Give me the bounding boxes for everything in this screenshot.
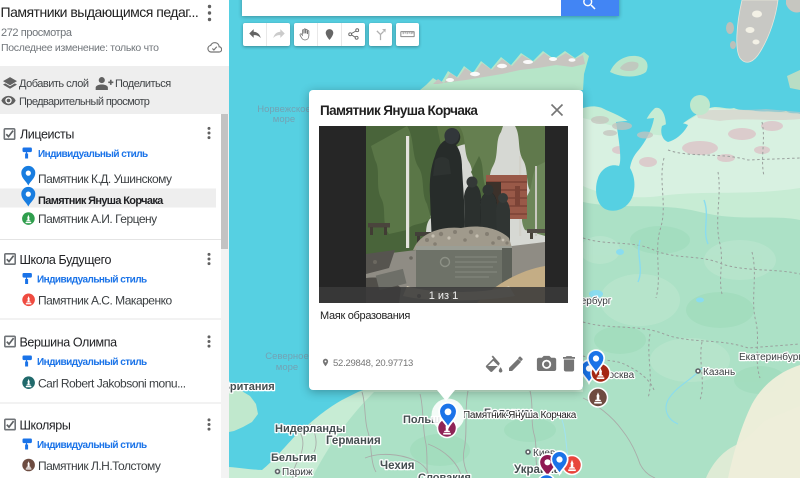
svg-text:Школа Будущего: Школа Будущего: [20, 253, 112, 267]
svg-text:Казань: Казань: [703, 367, 735, 378]
svg-text:Carl Robert Jakobsoni monu...: Carl Robert Jakobsoni monu...: [38, 377, 186, 391]
svg-text:Германия: Германия: [326, 435, 381, 447]
svg-text:Индивидуальный стиль: Индивидуальный стиль: [38, 149, 148, 160]
svg-text:Британия: Британия: [229, 381, 275, 393]
svg-text:1 из 1: 1 из 1: [429, 290, 459, 302]
svg-text:Чехия: Чехия: [380, 460, 415, 472]
svg-text:Памятник Януша Корчака: Памятник Януша Корчака: [463, 410, 577, 421]
svg-text:Памятник А.И. Герцену: Памятник А.И. Герцену: [38, 212, 157, 226]
svg-text:Памятник А.С. Макаренко: Памятник А.С. Макаренко: [38, 294, 172, 308]
svg-text:Лицеисты: Лицеисты: [20, 128, 74, 142]
svg-text:Индивидуальный стиль: Индивидуальный стиль: [37, 440, 147, 451]
svg-text:Вершина Олимпа: Вершина Олимпа: [20, 336, 118, 350]
svg-text:Индивидуальный стиль: Индивидуальный стиль: [37, 357, 147, 368]
svg-text:Школяры: Школяры: [20, 419, 71, 433]
svg-text:море: море: [273, 114, 295, 125]
svg-text:Словакия: Словакия: [418, 472, 471, 478]
svg-text:Индивидуальный стиль: Индивидуальный стиль: [37, 275, 147, 286]
svg-text:Бельгия: Бельгия: [271, 452, 317, 464]
svg-text:Нидерланды: Нидерланды: [275, 423, 345, 435]
svg-text:Екатеринбург: Екатеринбург: [739, 351, 800, 363]
svg-text:Северное: Северное: [265, 351, 308, 362]
svg-text:Памятник Януша Корчака: Памятник Януша Корчака: [38, 195, 164, 207]
svg-text:Париж: Париж: [282, 467, 313, 478]
svg-text:Памятник Л.Н.Толстому: Памятник Л.Н.Толстому: [38, 459, 161, 473]
svg-text:Памятник К.Д. Ушинскому: Памятник К.Д. Ушинскому: [38, 172, 172, 186]
svg-text:море: море: [276, 362, 298, 373]
